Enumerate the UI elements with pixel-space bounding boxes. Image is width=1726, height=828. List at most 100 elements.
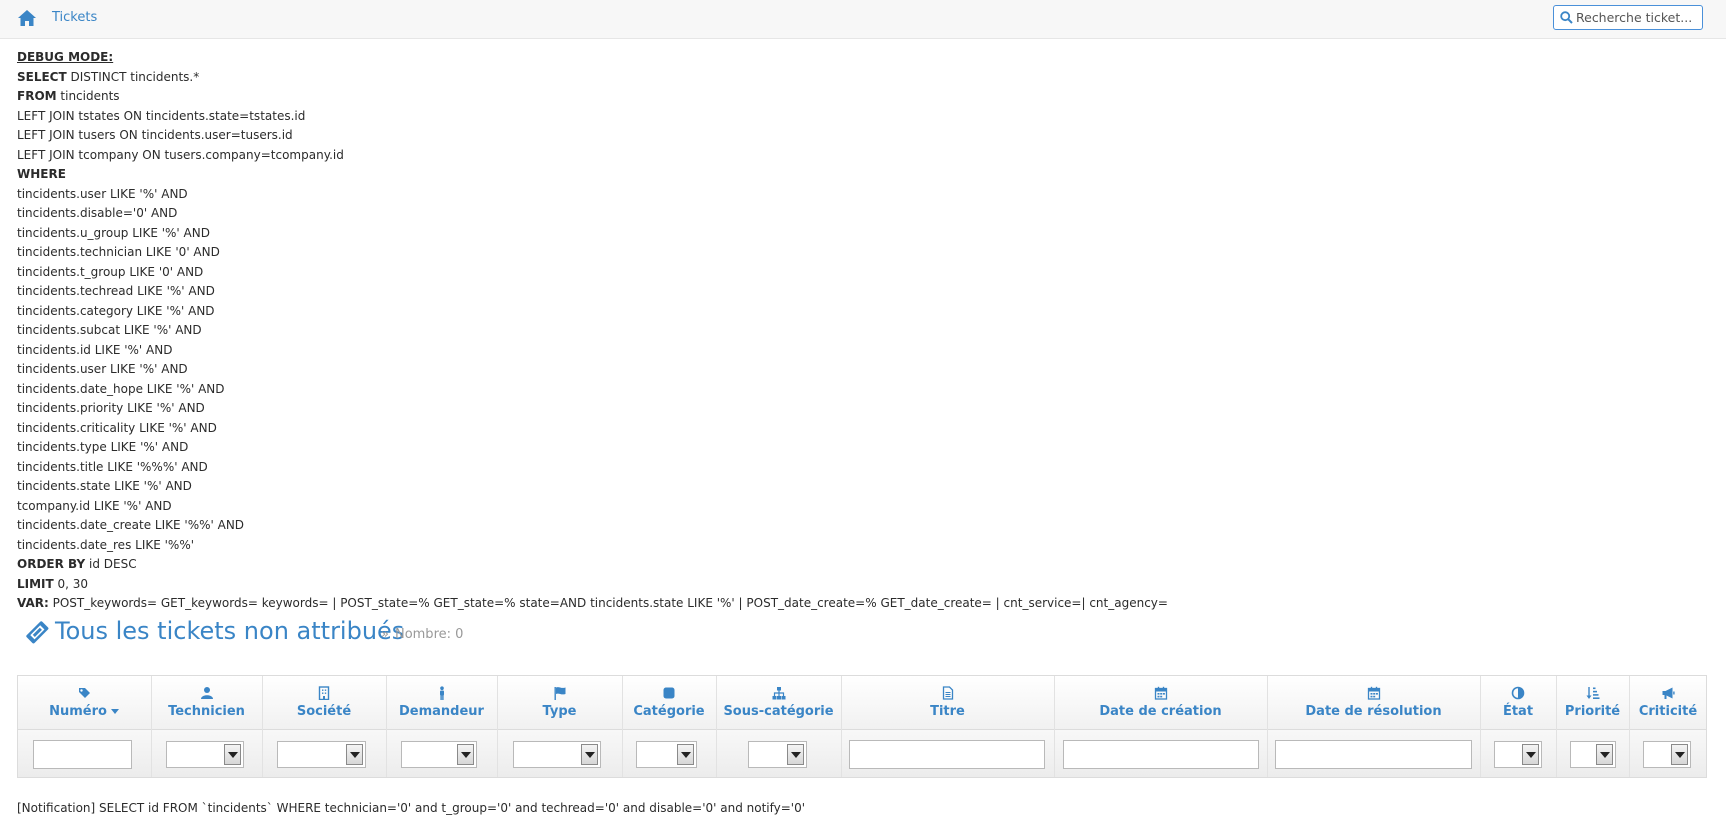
sql-text: tincidents.disable='0' AND [17, 206, 178, 220]
sql-text: tincidents.u_group LIKE '%' AND [17, 225, 210, 240]
sql-keyword: FROM [17, 89, 57, 103]
sql-text: tincidents [56, 89, 120, 103]
home-icon[interactable] [17, 9, 37, 27]
debug-query-line: LEFT JOIN tcompany ON tusers.company=tco… [17, 146, 1168, 166]
tag-icon [79, 688, 90, 698]
bullhorn-icon [1662, 687, 1675, 699]
debug-query-line: tincidents.id LIKE '%' AND [17, 341, 1168, 361]
sql-text: tincidents.date_res LIKE '%%' [17, 537, 195, 552]
ticket-count-label: Nombre: 0 [394, 627, 464, 642]
column-header-label: Titre [841, 704, 1054, 719]
column-header-text: Type [542, 704, 577, 719]
male-icon [439, 686, 444, 700]
dropdown-arrow-icon[interactable] [1522, 744, 1539, 765]
sql-keyword: SELECT [17, 69, 67, 84]
sql-text: 0, 30 [53, 576, 89, 591]
dropdown-arrow-icon[interactable] [346, 744, 363, 765]
filter-text-input[interactable] [849, 740, 1045, 769]
column-header[interactable]: Priorité [1556, 676, 1629, 729]
dropdown-arrow-icon[interactable] [1596, 744, 1613, 765]
column-header[interactable]: État [1480, 676, 1556, 729]
debug-query-line: tcompany.id LIKE '%' AND [17, 497, 1168, 517]
file-icon [942, 686, 953, 700]
column-header[interactable]: Date de création [1054, 676, 1267, 729]
filter-select[interactable] [748, 741, 807, 768]
debug-query-line: VAR: POST_keywords= GET_keywords= keywor… [17, 594, 1168, 614]
sql-keyword: WHERE [17, 167, 66, 181]
sql-text: LEFT JOIN tusers ON tincidents.user=tuse… [17, 128, 293, 142]
column-header[interactable]: Titre [841, 676, 1054, 729]
column-header[interactable]: Catégorie [622, 676, 716, 729]
filter-select[interactable] [1494, 741, 1542, 768]
building-icon [318, 686, 330, 700]
column-header-text: Société [296, 704, 352, 719]
debug-query-line: tincidents.type LIKE '%' AND [17, 438, 1168, 458]
filter-text-input[interactable] [33, 740, 132, 769]
user-icon [200, 687, 213, 699]
sql-text: tincidents.id LIKE '%' AND [17, 342, 173, 357]
column-header[interactable]: Demandeur [386, 676, 497, 729]
column-header[interactable]: Société [262, 676, 386, 729]
debug-query-line: LEFT JOIN tusers ON tincidents.user=tuse… [17, 126, 1168, 146]
column-header[interactable]: Date de résolution [1267, 676, 1480, 729]
sitemap-icon [772, 687, 785, 700]
sql-text: tincidents.user LIKE '%' AND [17, 186, 188, 201]
filter-select[interactable] [636, 741, 697, 768]
column-header[interactable]: Sous-catégorie [716, 676, 841, 729]
debug-query-line: tincidents.technician LIKE '0' AND [17, 243, 1168, 263]
sql-text: tincidents.techread LIKE '%' AND [17, 284, 215, 298]
column-header-label: Priorité [1556, 704, 1629, 719]
dropdown-arrow-icon[interactable] [457, 744, 474, 765]
column-header-text: Priorité [1564, 704, 1621, 719]
debug-query-line: ORDER BY id DESC [17, 555, 1168, 575]
sql-text: tincidents.category LIKE '%' AND [17, 303, 215, 318]
debug-query-line: tincidents.u_group LIKE '%' AND [17, 224, 1168, 244]
calendar-icon [1154, 686, 1167, 700]
sql-text: LEFT JOIN tcompany ON tusers.company=tco… [17, 147, 344, 162]
column-header-text: Sous-catégorie [723, 704, 834, 719]
sql-text: tincidents.type LIKE '%' AND [17, 440, 189, 454]
column-header[interactable]: Criticité [1629, 676, 1707, 729]
debug-query-line: WHERE [17, 165, 1168, 185]
dropdown-arrow-icon[interactable] [787, 744, 804, 765]
tickets-nav-link[interactable]: Tickets [52, 10, 97, 25]
column-header[interactable]: Technicien [151, 676, 262, 729]
column-header-label: Technicien [151, 704, 262, 719]
sql-text: tcompany.id LIKE '%' AND [17, 498, 172, 513]
search-input[interactable] [1576, 8, 1700, 27]
filter-select[interactable] [277, 741, 366, 768]
column-header[interactable]: Type [497, 676, 622, 729]
notification-debug-line: [Notification] SELECT id FROM `tincident… [17, 801, 806, 815]
column-header-text: Catégorie [633, 704, 705, 719]
filter-select[interactable] [166, 741, 244, 768]
dropdown-arrow-icon[interactable] [677, 744, 694, 765]
debug-query-line: SELECT DISTINCT tincidents.* [17, 68, 1168, 88]
sql-text: tincidents.criticality LIKE '%' AND [17, 420, 217, 435]
debug-query-line: tincidents.user LIKE '%' AND [17, 360, 1168, 380]
filter-select[interactable] [513, 741, 601, 768]
sql-text: tincidents.technician LIKE '0' AND [17, 245, 220, 259]
filter-select[interactable] [1643, 741, 1691, 768]
column-header-text: Criticité [1638, 704, 1698, 719]
filter-select[interactable] [1570, 741, 1616, 768]
debug-query-block: DEBUG MODE: SELECT DISTINCT tincidents.*… [17, 48, 1168, 614]
flag-icon [554, 687, 565, 700]
sql-keyword: ORDER BY [17, 557, 86, 571]
debug-query-line: tincidents.user LIKE '%' AND [17, 185, 1168, 205]
sql-text: POST_keywords= GET_keywords= keywords= |… [48, 596, 1168, 610]
sql-keyword: VAR: [17, 596, 49, 610]
debug-header: DEBUG MODE: [17, 50, 114, 64]
filter-text-input[interactable] [1275, 740, 1472, 769]
column-header-label: Numéro [17, 704, 151, 719]
tickets-icon [26, 621, 49, 644]
column-header[interactable]: Numéro [17, 676, 151, 729]
dropdown-arrow-icon[interactable] [224, 744, 241, 765]
ticket-search-box[interactable] [1553, 5, 1703, 30]
column-header-label: Date de création [1054, 704, 1267, 719]
dropdown-arrow-icon[interactable] [581, 744, 598, 765]
column-header-label: Date de résolution [1267, 704, 1480, 719]
column-header-label: Sous-catégorie [716, 704, 841, 719]
dropdown-arrow-icon[interactable] [1671, 744, 1688, 765]
filter-select[interactable] [401, 741, 477, 768]
filter-text-input[interactable] [1063, 740, 1259, 769]
